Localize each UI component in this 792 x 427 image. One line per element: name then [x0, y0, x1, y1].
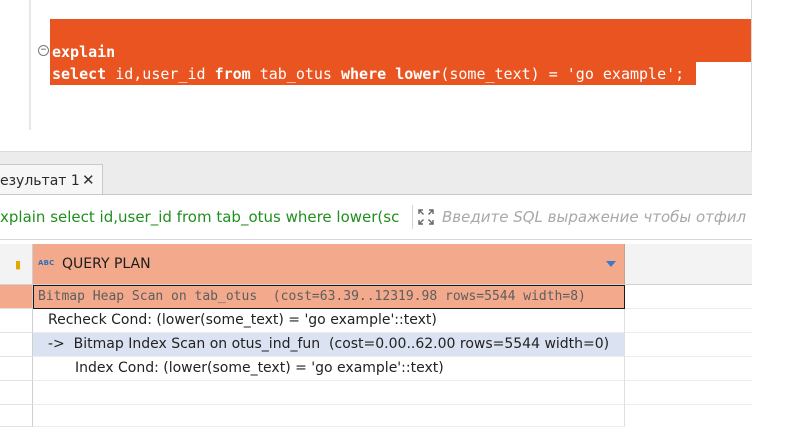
- table-cell[interactable]: Bitmap Heap Scan on tab_otus (cost=63.39…: [33, 285, 625, 309]
- close-icon[interactable]: ✕: [82, 171, 95, 189]
- result-tabbar: езультат 1 ✕: [0, 152, 752, 195]
- text-type-icon: ABC: [38, 259, 55, 267]
- editor-gutter: [29, 0, 31, 130]
- fold-collapse-icon[interactable]: −: [38, 45, 49, 56]
- row-number-header[interactable]: ▮: [0, 244, 33, 284]
- column-header-query-plan[interactable]: ABC QUERY PLAN: [33, 244, 625, 284]
- table-cell[interactable]: [33, 381, 625, 405]
- tab-result-1[interactable]: езультат 1 ✕: [0, 164, 103, 195]
- lock-icon: ▮: [15, 258, 22, 271]
- table-row[interactable]: Index Cond: (lower(some_text) = 'go exam…: [0, 357, 752, 381]
- window-margin: [752, 0, 792, 427]
- table-row: [0, 405, 752, 427]
- table-cell: [33, 405, 625, 427]
- row-filler: [625, 357, 752, 381]
- code-line-2: select id,user_id from tab_otus where lo…: [52, 63, 684, 85]
- filter-divider: [412, 205, 413, 229]
- row-number[interactable]: [0, 381, 33, 405]
- sql-editor[interactable]: − explain select id,user_id from tab_otu…: [0, 0, 792, 152]
- selection-highlight: [50, 19, 752, 62]
- table-cell[interactable]: -> Bitmap Index Scan on otus_ind_fun (co…: [33, 333, 625, 357]
- code-text: tab_otus: [250, 65, 341, 83]
- result-grid: ▮ ABC QUERY PLAN Bitmap Heap Scan on tab…: [0, 240, 752, 427]
- code-text: (some_text) = 'go example';: [440, 65, 685, 83]
- row-filler: [625, 381, 752, 405]
- row-number[interactable]: [0, 285, 33, 309]
- keyword-where: where: [341, 65, 387, 83]
- keyword-select: select: [52, 65, 107, 83]
- row-number: [0, 405, 33, 427]
- row-number[interactable]: [0, 357, 33, 381]
- table-cell[interactable]: Index Cond: (lower(some_text) = 'go exam…: [33, 357, 625, 381]
- row-filler: [625, 309, 752, 333]
- table-row[interactable]: Bitmap Heap Scan on tab_otus (cost=63.39…: [0, 285, 752, 309]
- code-line-1: explain: [52, 41, 115, 63]
- expand-icon[interactable]: [416, 207, 436, 227]
- table-row[interactable]: [0, 381, 752, 405]
- row-filler: [625, 333, 752, 357]
- keyword-explain: explain: [52, 43, 116, 61]
- query-text: xplain select id,user_id from tab_otus w…: [0, 208, 400, 226]
- table-row[interactable]: -> Bitmap Index Scan on otus_ind_fun (co…: [0, 333, 752, 357]
- row-number[interactable]: [0, 333, 33, 357]
- filter-bar: xplain select id,user_id from tab_otus w…: [0, 195, 752, 240]
- column-name: QUERY PLAN: [62, 256, 151, 272]
- keyword-from: from: [214, 65, 251, 83]
- code-text: id,user_id: [106, 65, 215, 83]
- table-row[interactable]: Recheck Cond: (lower(some_text) = 'go ex…: [0, 309, 752, 333]
- filter-input[interactable]: Введите SQL выражение чтобы отфил: [442, 206, 752, 228]
- grid-header: ▮ ABC QUERY PLAN: [0, 244, 752, 285]
- row-number[interactable]: [0, 309, 33, 333]
- tab-label: езультат 1: [0, 173, 80, 189]
- table-cell[interactable]: Recheck Cond: (lower(some_text) = 'go ex…: [33, 309, 625, 333]
- row-filler: [625, 285, 752, 309]
- chevron-down-icon[interactable]: [606, 261, 616, 267]
- keyword-lower: lower: [395, 65, 441, 83]
